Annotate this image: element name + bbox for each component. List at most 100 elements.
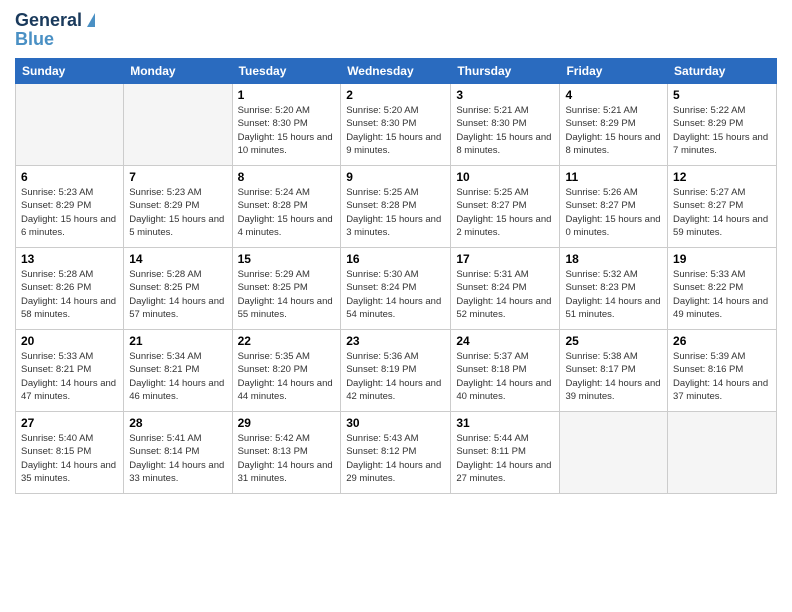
calendar-cell: 21 Sunrise: 5:34 AMSunset: 8:21 PMDayligh… xyxy=(124,330,232,412)
page: General Blue SundayMondayTuesdayWednesda… xyxy=(0,0,792,612)
weekday-header-wednesday: Wednesday xyxy=(341,59,451,84)
day-info: Sunrise: 5:40 AMSunset: 8:15 PMDaylight:… xyxy=(21,432,118,485)
calendar-cell xyxy=(16,84,124,166)
day-number: 8 xyxy=(238,170,336,184)
calendar-cell: 9Sunrise: 5:25 AMSunset: 8:28 PMDaylight… xyxy=(341,166,451,248)
day-number: 24 xyxy=(456,334,554,348)
logo-blue: Blue xyxy=(15,29,95,50)
calendar-cell: 17Sunrise: 5:31 AMSunset: 8:24 PMDayligh… xyxy=(451,248,560,330)
day-number: 28 xyxy=(129,416,226,430)
day-number: 19 xyxy=(673,252,771,266)
weekday-header-thursday: Thursday xyxy=(451,59,560,84)
day-info: Sunrise: 5:30 AMSunset: 8:24 PMDaylight:… xyxy=(346,268,445,321)
weekday-header-sunday: Sunday xyxy=(16,59,124,84)
day-number: 23 xyxy=(346,334,445,348)
day-info: Sunrise: 5:33 AMSunset: 8:22 PMDaylight:… xyxy=(673,268,771,321)
calendar-cell xyxy=(124,84,232,166)
day-info: Sunrise: 5:24 AMSunset: 8:28 PMDaylight:… xyxy=(238,186,336,239)
day-info: Sunrise: 5:28 AMSunset: 8:26 PMDaylight:… xyxy=(21,268,118,321)
day-number: 11 xyxy=(565,170,662,184)
logo-text: General Blue xyxy=(15,10,95,50)
calendar-week-row: 6 Sunrise: 5:23 AMSunset: 8:29 PMDaylight… xyxy=(16,166,777,248)
calendar-cell: 29 Sunrise: 5:42 AMSunset: 8:13 PMDayligh… xyxy=(232,412,341,494)
day-number: 29 xyxy=(238,416,336,430)
calendar-cell: 1 Sunrise: 5:20 AMSunset: 8:30 PMDaylight… xyxy=(232,84,341,166)
day-info: Sunrise: 5:37 AMSunset: 8:18 PMDaylight:… xyxy=(456,350,554,403)
calendar-cell: 3 Sunrise: 5:21 AMSunset: 8:30 PMDaylight… xyxy=(451,84,560,166)
day-number: 21 xyxy=(129,334,226,348)
logo: General Blue xyxy=(15,10,95,50)
header: General Blue xyxy=(15,10,777,50)
calendar-cell: 11 Sunrise: 5:26 AMSunset: 8:27 PMDayligh… xyxy=(560,166,668,248)
logo-triangle-icon xyxy=(87,13,95,27)
day-number: 26 xyxy=(673,334,771,348)
day-info: Sunrise: 5:27 AMSunset: 8:27 PMDaylight:… xyxy=(673,186,771,239)
day-number: 7 xyxy=(129,170,226,184)
day-info: Sunrise: 5:39 AMSunset: 8:16 PMDaylight:… xyxy=(673,350,771,403)
day-number: 22 xyxy=(238,334,336,348)
calendar-cell: 2 Sunrise: 5:20 AMSunset: 8:30 PMDaylight… xyxy=(341,84,451,166)
day-number: 31 xyxy=(456,416,554,430)
calendar-cell: 14 Sunrise: 5:28 AMSunset: 8:25 PMDayligh… xyxy=(124,248,232,330)
day-info: Sunrise: 5:20 AMSunset: 8:30 PMDaylight:… xyxy=(238,104,336,157)
day-info: Sunrise: 5:42 AMSunset: 8:13 PMDaylight:… xyxy=(238,432,336,485)
day-info: Sunrise: 5:20 AMSunset: 8:30 PMDaylight:… xyxy=(346,104,445,157)
day-info: Sunrise: 5:23 AMSunset: 8:29 PMDaylight:… xyxy=(21,186,118,239)
calendar-cell: 8 Sunrise: 5:24 AMSunset: 8:28 PMDaylight… xyxy=(232,166,341,248)
day-info: Sunrise: 5:43 AMSunset: 8:12 PMDaylight:… xyxy=(346,432,445,485)
day-number: 27 xyxy=(21,416,118,430)
day-info: Sunrise: 5:32 AMSunset: 8:23 PMDaylight:… xyxy=(565,268,662,321)
day-info: Sunrise: 5:29 AMSunset: 8:25 PMDaylight:… xyxy=(238,268,336,321)
day-number: 4 xyxy=(565,88,662,102)
calendar-cell: 30 Sunrise: 5:43 AMSunset: 8:12 PMDayligh… xyxy=(341,412,451,494)
day-info: Sunrise: 5:28 AMSunset: 8:25 PMDaylight:… xyxy=(129,268,226,321)
day-info: Sunrise: 5:34 AMSunset: 8:21 PMDaylight:… xyxy=(129,350,226,403)
day-number: 14 xyxy=(129,252,226,266)
calendar-cell: 15Sunrise: 5:29 AMSunset: 8:25 PMDayligh… xyxy=(232,248,341,330)
day-info: Sunrise: 5:33 AMSunset: 8:21 PMDaylight:… xyxy=(21,350,118,403)
day-number: 18 xyxy=(565,252,662,266)
day-info: Sunrise: 5:21 AMSunset: 8:29 PMDaylight:… xyxy=(565,104,662,157)
calendar-week-row: 20 Sunrise: 5:33 AMSunset: 8:21 PMDayligh… xyxy=(16,330,777,412)
day-number: 6 xyxy=(21,170,118,184)
day-number: 3 xyxy=(456,88,554,102)
day-number: 30 xyxy=(346,416,445,430)
day-number: 17 xyxy=(456,252,554,266)
day-number: 1 xyxy=(238,88,336,102)
calendar-cell: 18 Sunrise: 5:32 AMSunset: 8:23 PMDayligh… xyxy=(560,248,668,330)
day-number: 16 xyxy=(346,252,445,266)
day-info: Sunrise: 5:25 AMSunset: 8:27 PMDaylight:… xyxy=(456,186,554,239)
weekday-header-tuesday: Tuesday xyxy=(232,59,341,84)
day-info: Sunrise: 5:26 AMSunset: 8:27 PMDaylight:… xyxy=(565,186,662,239)
calendar-cell: 6 Sunrise: 5:23 AMSunset: 8:29 PMDaylight… xyxy=(16,166,124,248)
calendar-cell: 24 Sunrise: 5:37 AMSunset: 8:18 PMDayligh… xyxy=(451,330,560,412)
day-number: 25 xyxy=(565,334,662,348)
day-info: Sunrise: 5:38 AMSunset: 8:17 PMDaylight:… xyxy=(565,350,662,403)
calendar-cell: 20 Sunrise: 5:33 AMSunset: 8:21 PMDayligh… xyxy=(16,330,124,412)
calendar-cell: 31 Sunrise: 5:44 AMSunset: 8:11 PMDayligh… xyxy=(451,412,560,494)
calendar-week-row: 27 Sunrise: 5:40 AMSunset: 8:15 PMDayligh… xyxy=(16,412,777,494)
day-info: Sunrise: 5:41 AMSunset: 8:14 PMDaylight:… xyxy=(129,432,226,485)
day-number: 13 xyxy=(21,252,118,266)
calendar-cell: 28 Sunrise: 5:41 AMSunset: 8:14 PMDayligh… xyxy=(124,412,232,494)
calendar-cell xyxy=(560,412,668,494)
calendar-week-row: 13 Sunrise: 5:28 AMSunset: 8:26 PMDayligh… xyxy=(16,248,777,330)
day-number: 20 xyxy=(21,334,118,348)
day-info: Sunrise: 5:44 AMSunset: 8:11 PMDaylight:… xyxy=(456,432,554,485)
day-info: Sunrise: 5:35 AMSunset: 8:20 PMDaylight:… xyxy=(238,350,336,403)
day-info: Sunrise: 5:36 AMSunset: 8:19 PMDaylight:… xyxy=(346,350,445,403)
day-number: 10 xyxy=(456,170,554,184)
calendar-cell: 10 Sunrise: 5:25 AMSunset: 8:27 PMDayligh… xyxy=(451,166,560,248)
day-info: Sunrise: 5:23 AMSunset: 8:29 PMDaylight:… xyxy=(129,186,226,239)
calendar-cell: 27 Sunrise: 5:40 AMSunset: 8:15 PMDayligh… xyxy=(16,412,124,494)
calendar-cell: 13 Sunrise: 5:28 AMSunset: 8:26 PMDayligh… xyxy=(16,248,124,330)
calendar-header-row: SundayMondayTuesdayWednesdayThursdayFrid… xyxy=(16,59,777,84)
calendar-cell: 7 Sunrise: 5:23 AMSunset: 8:29 PMDaylight… xyxy=(124,166,232,248)
calendar-cell: 12Sunrise: 5:27 AMSunset: 8:27 PMDayligh… xyxy=(668,166,777,248)
day-info: Sunrise: 5:22 AMSunset: 8:29 PMDaylight:… xyxy=(673,104,771,157)
day-number: 2 xyxy=(346,88,445,102)
day-info: Sunrise: 5:21 AMSunset: 8:30 PMDaylight:… xyxy=(456,104,554,157)
day-number: 9 xyxy=(346,170,445,184)
weekday-header-saturday: Saturday xyxy=(668,59,777,84)
calendar-cell: 5Sunrise: 5:22 AMSunset: 8:29 PMDaylight… xyxy=(668,84,777,166)
